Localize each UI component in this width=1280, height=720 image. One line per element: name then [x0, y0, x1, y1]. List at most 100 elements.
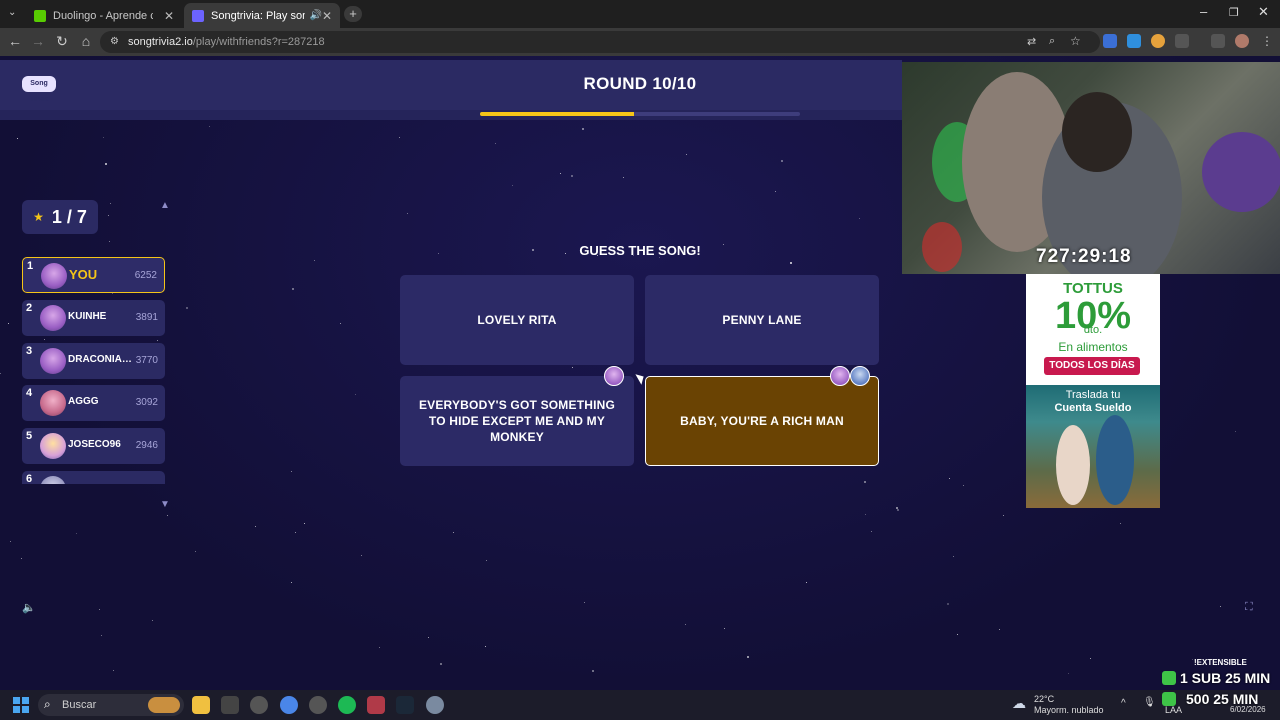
webcam-overlay	[902, 62, 1280, 274]
star-dot	[859, 218, 860, 219]
songtrivia-logo[interactable]: Song Trivia	[22, 76, 56, 103]
windows-start-icon[interactable]	[13, 697, 29, 713]
close-window-icon[interactable]: ✕	[1258, 4, 1269, 20]
tray-chevron-icon[interactable]: ^	[1121, 698, 1126, 709]
menu-kebab-icon[interactable]: ⋮	[1261, 34, 1273, 48]
taskbar-app-icon[interactable]	[367, 696, 385, 714]
microphone-icon[interactable]: 🎙	[1143, 697, 1156, 708]
answer-button[interactable]: EVERYBODY'S GOT SOMETHING TO HIDE EXCEPT…	[400, 376, 634, 466]
star-dot	[1090, 658, 1091, 659]
maximize-window-icon[interactable]: ❐	[1229, 6, 1239, 19]
sub-icon	[1162, 671, 1176, 685]
forward-icon[interactable]: →	[29, 33, 47, 49]
close-tab-icon[interactable]: ✕	[164, 9, 174, 23]
zoom-icon[interactable]: ⌕	[1049, 35, 1055, 48]
close-tab-icon[interactable]: ✕	[322, 9, 332, 23]
steam-icon[interactable]	[396, 696, 414, 714]
player-avatar	[40, 348, 66, 374]
answer-button[interactable]: LOVELY RITA	[400, 275, 634, 365]
ad-line: Cuenta Sueldo	[1054, 402, 1132, 414]
volume-icon[interactable]: 🔈	[22, 601, 36, 614]
star-dot	[560, 173, 561, 174]
star-dot	[112, 293, 113, 294]
taskbar-app-icon[interactable]	[309, 696, 327, 714]
new-tab-button[interactable]: +	[344, 6, 362, 22]
star-dot	[108, 215, 109, 216]
star-dot	[10, 541, 11, 542]
leaderboard-scroll-up-icon[interactable]: ▲	[160, 200, 170, 211]
star-dot	[953, 556, 954, 557]
minimize-window-icon[interactable]: –	[1200, 4, 1207, 19]
subs-line: 1 SUB 25 MIN	[1180, 670, 1271, 686]
taskbar-app-icon[interactable]	[250, 696, 268, 714]
star-icon: ★	[33, 210, 44, 224]
back-icon[interactable]: ←	[6, 33, 24, 49]
star-dot	[724, 628, 725, 629]
answer-button-selected[interactable]: BABY, YOU'RE A RICH MAN	[645, 376, 879, 466]
leaderboard-row: 4 AGGG 3092	[22, 385, 165, 421]
bookmark-star-icon[interactable]: ☆	[1070, 34, 1081, 48]
spotify-icon[interactable]	[338, 696, 356, 714]
star-dot	[1235, 431, 1236, 432]
player-avatar	[40, 476, 66, 484]
leaderboard-score: 6252	[134, 270, 157, 281]
chrome-icon[interactable]	[280, 696, 298, 714]
home-icon[interactable]: ⌂	[77, 33, 95, 49]
leaderboard-rank: 5	[26, 430, 33, 442]
tab-songtrivia[interactable]: Songtrivia: Play song quizze... 🔊 ✕	[184, 3, 340, 28]
ad-badge: TODOS LOS DÍAS	[1044, 357, 1140, 375]
extension-icon[interactable]	[1127, 34, 1141, 48]
star-dot	[340, 323, 341, 324]
url-text[interactable]: songtrivia2.io/play/withfriends?r=287218	[128, 36, 325, 48]
tab-list-chevron-icon[interactable]: ⌄	[8, 7, 16, 18]
songtrivia-favicon-icon	[192, 9, 204, 22]
round-progress-fill	[480, 112, 634, 116]
language-indicator[interactable]: LAA	[1165, 705, 1182, 715]
weather-desc: Mayorm. nublado	[1034, 705, 1104, 715]
star-dot	[195, 551, 196, 552]
star-dot	[1003, 515, 1004, 516]
star-dot	[775, 191, 776, 192]
settings-icon[interactable]	[426, 696, 444, 714]
leaderboard-scroll-down-icon[interactable]: ▼	[160, 499, 170, 510]
leaderboard-row: 3 DRACONIAN... 3770	[22, 343, 165, 379]
star-dot	[790, 262, 792, 264]
file-explorer-icon[interactable]	[192, 696, 210, 714]
subs-label: !EXTENSIBLE	[1194, 658, 1247, 667]
star-dot	[101, 635, 102, 636]
leaderboard-name: AGGG	[68, 396, 99, 407]
star-dot	[1220, 606, 1221, 607]
ad-line: En alimentos	[1058, 340, 1128, 354]
extension-icon[interactable]	[1151, 34, 1165, 48]
fullscreen-icon[interactable]: ⛶	[1245, 601, 1253, 614]
star-dot	[1068, 673, 1069, 674]
taskbar-app-icon[interactable]	[221, 696, 239, 714]
tab-audio-icon[interactable]: 🔊	[309, 10, 321, 21]
profile-avatar[interactable]	[1235, 34, 1249, 48]
star-dot	[209, 126, 210, 127]
weather-cloud-icon[interactable]: ☁	[1012, 695, 1026, 712]
reload-icon[interactable]: ↻	[53, 33, 71, 50]
extension-icon[interactable]	[1103, 34, 1117, 48]
star-dot	[295, 532, 296, 533]
site-info-icon[interactable]: ⚙	[110, 36, 119, 47]
star-dot	[584, 602, 585, 603]
answer-button[interactable]: PENNY LANE	[645, 275, 879, 365]
leaderboard-row: 1 YOU 6252	[22, 257, 165, 293]
star-dot	[485, 646, 486, 647]
leaderboard-row: 2 KUINHE 3891	[22, 300, 165, 336]
star-dot	[592, 670, 594, 672]
ad-photo-person	[1096, 415, 1134, 505]
reading-list-icon[interactable]	[1211, 34, 1225, 48]
extensions-puzzle-icon[interactable]	[1175, 34, 1189, 48]
tab-duolingo[interactable]: Duolingo - Aprende con leccio... ✕	[26, 3, 182, 28]
star-dot	[999, 629, 1000, 630]
leaderboard-name: JOSECO96	[68, 439, 121, 450]
star-dot	[781, 160, 783, 162]
player-pick-avatar	[604, 366, 624, 386]
star-dot	[685, 624, 686, 625]
translate-icon[interactable]: ⇄	[1027, 35, 1036, 48]
star-dot	[399, 137, 400, 138]
star-dot	[292, 288, 294, 290]
star-dot	[571, 175, 573, 177]
